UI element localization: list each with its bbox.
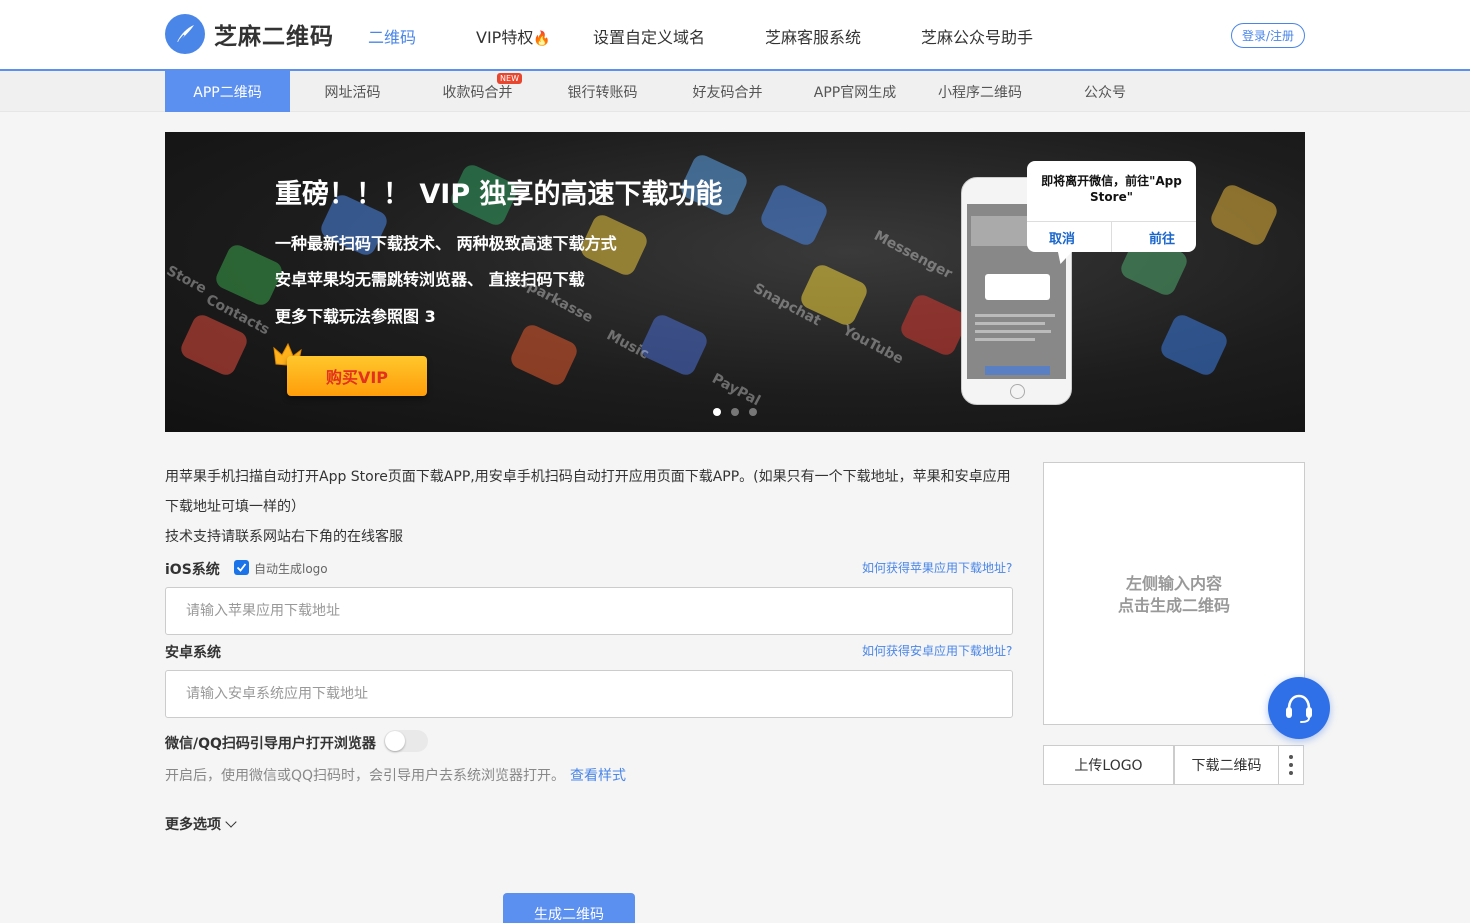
nav-custom-domain[interactable]: 设置自定义域名 — [593, 24, 705, 48]
tab-app-site[interactable]: APP官网生成 — [790, 71, 920, 112]
carousel-dots — [713, 408, 757, 416]
android-help-link[interactable]: 如何获得安卓应用下载地址? — [862, 642, 1012, 659]
wechat-redirect-label: 微信/QQ扫码引导用户打开浏览器 — [165, 736, 376, 752]
nav-qrcode[interactable]: 二维码 — [368, 24, 416, 48]
kebab-dot — [1289, 755, 1293, 759]
qrcode-placeholder: 左侧输入内容 点击生成二维码 — [1044, 573, 1304, 617]
app-tile-icon — [1207, 181, 1281, 249]
dialog-go: 前往 — [1149, 232, 1176, 247]
tab-friend-merge[interactable]: 好友码合并 — [665, 71, 790, 112]
promo-banner[interactable]: Contacts Music Snapchat YouTube Sparkass… — [165, 132, 1305, 432]
app-label: Store — [165, 262, 210, 298]
tab-url-live-code[interactable]: 网址活码 — [290, 71, 415, 112]
view-style-link[interactable]: 查看样式 — [570, 768, 626, 784]
dialog-message: 即将离开微信，前往"App Store" — [1041, 174, 1182, 204]
description-line-2: 下载地址可填一样的） — [165, 499, 305, 515]
wechat-hint: 开启后，使用微信或QQ扫码时，会引导用户去系统浏览器打开。 查看样式 — [165, 765, 626, 785]
app-tile-icon — [897, 291, 971, 359]
dialog-divider-vertical — [1111, 221, 1112, 252]
top-header: 芝麻二维码 二维码 VIP特权🔥 设置自定义域名 芝麻客服系统 芝麻公众号助手 … — [0, 0, 1470, 71]
more-options-toggle[interactable]: 更多选项 — [165, 814, 237, 834]
ios-help-link[interactable]: 如何获得苹果应用下载地址? — [862, 559, 1012, 576]
phone-bottom-bar — [985, 366, 1050, 375]
tab-bank-transfer[interactable]: 银行转账码 — [540, 71, 665, 112]
new-badge: NEW — [497, 73, 522, 84]
nav-vip-label: VIP特权 — [476, 28, 534, 47]
upload-logo-button[interactable]: 上传LOGO — [1043, 745, 1174, 785]
tab-official-account[interactable]: 公众号 — [1040, 71, 1170, 112]
banner-line-3: 更多下载玩法参照图 3 — [275, 307, 436, 326]
logo-text: 芝麻二维码 — [214, 24, 334, 50]
nav-wechat-assistant[interactable]: 芝麻公众号助手 — [921, 24, 1033, 48]
headset-icon — [1286, 694, 1312, 723]
tab-payment-merge-label: 收款码合并 — [442, 84, 513, 101]
sub-tabs: APP二维码 网址活码 收款码合并 NEW 银行转账码 好友码合并 APP官网生… — [0, 71, 1470, 112]
wechat-redirect-toggle[interactable] — [384, 730, 428, 752]
banner-line-2: 安卓苹果均无需跳转浏览器、 直接扫码下载 — [275, 270, 585, 289]
download-qrcode-button[interactable]: 下载二维码 — [1174, 745, 1279, 785]
site-logo[interactable]: 芝麻二维码 — [165, 14, 334, 54]
carousel-dot[interactable] — [731, 408, 739, 416]
dialog-cancel: 取消 — [1049, 232, 1076, 247]
app-label: Messenger — [871, 227, 955, 283]
tab-miniprogram[interactable]: 小程序二维码 — [920, 71, 1040, 112]
ios-url-input[interactable] — [165, 587, 1013, 635]
buy-vip-button[interactable]: 购买VIP — [287, 356, 427, 396]
phone-text-line — [975, 330, 1051, 333]
more-options-label: 更多选项 — [165, 817, 221, 833]
phone-home-button — [1010, 384, 1025, 399]
logo-icon — [165, 14, 205, 54]
auto-logo-label: 自动生成logo — [254, 562, 328, 576]
android-url-input[interactable] — [165, 670, 1013, 718]
banner-title: 重磅！！！ VIP 独享的高速下载功能 — [275, 179, 723, 210]
app-label: Music — [603, 327, 652, 363]
tab-app-qrcode[interactable]: APP二维码 — [165, 71, 290, 112]
login-button[interactable]: 登录/注册 — [1231, 23, 1305, 48]
carousel-dot[interactable] — [749, 408, 757, 416]
chevron-down-icon — [225, 816, 237, 828]
wechat-hint-text: 开启后，使用微信或QQ扫码时，会引导用户去系统浏览器打开。 — [165, 768, 566, 784]
kebab-dot — [1289, 771, 1293, 775]
toggle-knob — [385, 731, 405, 751]
app-label: PayPal — [709, 370, 763, 410]
placeholder-line-1: 左侧输入内容 — [1125, 574, 1222, 593]
fire-icon: 🔥 — [533, 31, 551, 47]
app-label: YouTube — [840, 322, 906, 368]
auto-logo-checkbox[interactable] — [234, 560, 249, 575]
phone-mini-dialog — [985, 274, 1050, 300]
phone-text-line — [975, 322, 1045, 325]
tab-payment-merge[interactable]: 收款码合并 NEW — [415, 71, 540, 112]
customer-support-button[interactable] — [1268, 677, 1330, 739]
carousel-dot[interactable] — [713, 408, 721, 416]
app-tile-icon — [757, 181, 831, 249]
check-icon — [236, 563, 247, 572]
qrcode-preview: 左侧输入内容 点击生成二维码 — [1043, 462, 1305, 725]
nav-service-system[interactable]: 芝麻客服系统 — [765, 24, 861, 48]
phone-text-line — [975, 314, 1055, 317]
nav-vip[interactable]: VIP特权🔥 — [476, 24, 551, 48]
app-tile-icon — [637, 311, 711, 379]
app-tile-icon — [1157, 311, 1231, 379]
android-label: 安卓系统 — [165, 645, 221, 661]
support-note: 技术支持请联系网站右下角的在线客服 — [165, 529, 403, 545]
phone-text-line — [975, 338, 1035, 341]
placeholder-line-2: 点击生成二维码 — [1117, 596, 1230, 615]
banner-line-1: 一种最新扫码下载技术、 两种极致高速下载方式 — [275, 234, 617, 253]
app-tile-icon — [507, 321, 581, 389]
generate-qrcode-button[interactable]: 生成二维码 — [503, 893, 635, 923]
ios-label: iOS系统 — [165, 562, 220, 578]
kebab-dot — [1289, 763, 1293, 767]
leave-wechat-dialog: 即将离开微信，前往"App Store" 取消 前往 — [1027, 161, 1196, 252]
more-menu-icon[interactable] — [1278, 745, 1304, 785]
description-line-1: 用苹果手机扫描自动打开App Store页面下载APP,用安卓手机扫码自动打开应… — [165, 469, 1011, 485]
